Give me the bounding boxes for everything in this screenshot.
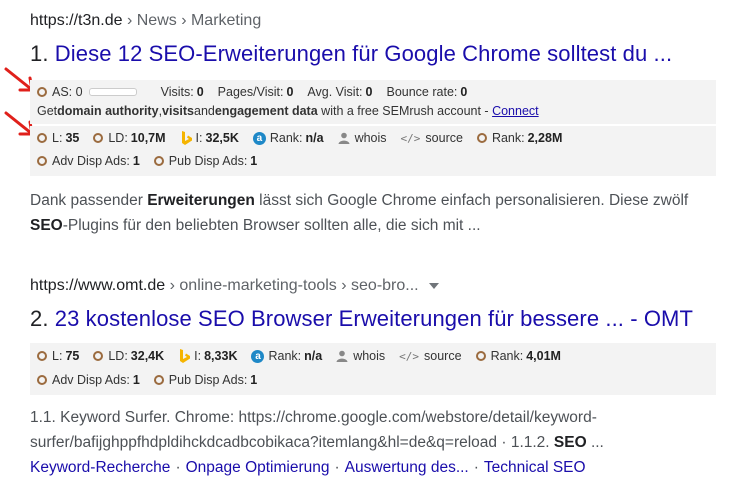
seoquake-bar-2: L: 75 LD: 32,4K I: 8,33K a Rank: n/a whois </… <box>30 343 716 395</box>
semrush-icon <box>476 133 487 143</box>
as-progress-bar <box>88 88 137 96</box>
alexa-rank-metric[interactable]: a Rank: n/a <box>252 131 324 145</box>
result-2-title[interactable]: 2. 23 kostenlose SEO Browser Erweiterung… <box>30 306 693 332</box>
result-1-title[interactable]: 1. Diese 12 SEO-Erweiterungen für Google… <box>30 41 672 67</box>
sitelink-keyword-recherche[interactable]: Keyword-Recherche <box>30 459 170 476</box>
avg-visit-metric: Avg. Visit: 0 <box>307 85 373 99</box>
ld-metric[interactable]: LD: 32,4K <box>93 349 164 363</box>
semrush-icon <box>93 133 104 143</box>
l-metric[interactable]: L: 75 <box>37 349 79 363</box>
semrush-icon <box>475 351 486 361</box>
source-link[interactable]: </> source <box>401 131 463 145</box>
semrush-icon <box>37 87 47 97</box>
arrow-icon <box>4 67 34 92</box>
result-2-snippet: 1.1. Keyword Surfer. Chrome: https://chr… <box>30 409 604 451</box>
result-2-number: 2. <box>30 306 49 331</box>
code-icon: </> <box>399 349 420 363</box>
pub-disp-ads-metric[interactable]: Pub Disp Ads: 1 <box>153 154 257 168</box>
semrush-icon <box>37 351 47 361</box>
connect-link[interactable]: Connect <box>492 104 539 118</box>
semrush-icon <box>37 133 47 143</box>
l-metric[interactable]: L: 35 <box>37 131 79 145</box>
source-link[interactable]: </> source <box>399 349 461 363</box>
semrush-icon <box>153 156 164 166</box>
sitelink-technical-seo[interactable]: Technical SEO <box>484 459 586 476</box>
bing-icon <box>180 349 191 363</box>
person-icon <box>338 132 350 144</box>
alexa-rank-metric[interactable]: a Rank: n/a <box>251 349 322 363</box>
result-1-title-link[interactable]: Diese 12 SEO-Erweiterungen für Google Ch… <box>55 41 672 66</box>
semrush-icon <box>153 375 164 385</box>
code-icon: </> <box>400 131 421 145</box>
semrush-bar: AS: 0 Visits: 0 Pages/Visit: 0 Avg. Visit:… <box>30 80 716 124</box>
result-1-url-path: › News › Marketing <box>122 12 262 29</box>
visits-metric: Visits: 0 <box>160 85 204 99</box>
ld-metric[interactable]: LD: 10,7M <box>93 131 166 145</box>
result-1-url-host: https://t3n.de <box>30 12 123 29</box>
semrush-rank-metric[interactable]: Rank: 2,28M <box>476 131 562 145</box>
as-metric[interactable]: AS: 0 <box>37 85 83 99</box>
result-1-breadcrumb[interactable]: https://t3n.de › News › Marketing <box>30 12 261 30</box>
sitelink-onpage-optimierung[interactable]: Onpage Optimierung <box>186 459 330 476</box>
i-metric[interactable]: I: 32,5K <box>180 131 239 145</box>
alexa-icon: a <box>251 349 265 363</box>
semrush-rank-metric[interactable]: Rank: 4,01M <box>475 349 561 363</box>
semrush-icon <box>37 375 47 385</box>
result-2-title-link[interactable]: 23 kostenlose SEO Browser Erweiterungen … <box>55 306 693 331</box>
result-2-url-path: › online-marketing-tools › seo-bro... <box>165 277 419 294</box>
bing-icon <box>181 131 192 145</box>
adv-disp-ads-metric[interactable]: Adv Disp Ads: 1 <box>37 373 140 387</box>
sitelink-auswertung[interactable]: Auswertung des... <box>345 459 469 476</box>
bounce-rate-metric: Bounce rate: 0 <box>386 85 468 99</box>
result-2-breadcrumb[interactable]: https://www.omt.de › online-marketing-to… <box>30 277 439 295</box>
adv-disp-ads-metric[interactable]: Adv Disp Ads: 1 <box>37 154 140 168</box>
semrush-promo: Get domain authority, visits and engagem… <box>37 104 539 118</box>
pub-disp-ads-metric[interactable]: Pub Disp Ads: 1 <box>153 373 257 387</box>
pages-visit-metric: Pages/Visit: 0 <box>217 85 294 99</box>
whois-link[interactable]: whois <box>338 131 387 145</box>
result-2-url-host: https://www.omt.de <box>30 277 166 294</box>
person-icon <box>336 350 348 362</box>
i-metric[interactable]: I: 8,33K <box>178 349 237 363</box>
semrush-icon <box>37 156 47 166</box>
alexa-icon: a <box>252 131 266 145</box>
seoquake-bar-1: L: 35 LD: 10,7M I: 32,5K a Rank: n/a whois </… <box>30 126 716 176</box>
chevron-down-icon[interactable] <box>428 282 439 289</box>
semrush-icon <box>93 351 104 361</box>
result-2-sitelinks: Keyword-Recherche · Onpage Optimierung · Aus… <box>30 459 586 476</box>
whois-link[interactable]: whois <box>336 349 385 363</box>
result-1-snippet: Dank passender Erweiterungen lässt sich … <box>30 192 689 234</box>
arrow-icon <box>4 111 34 136</box>
